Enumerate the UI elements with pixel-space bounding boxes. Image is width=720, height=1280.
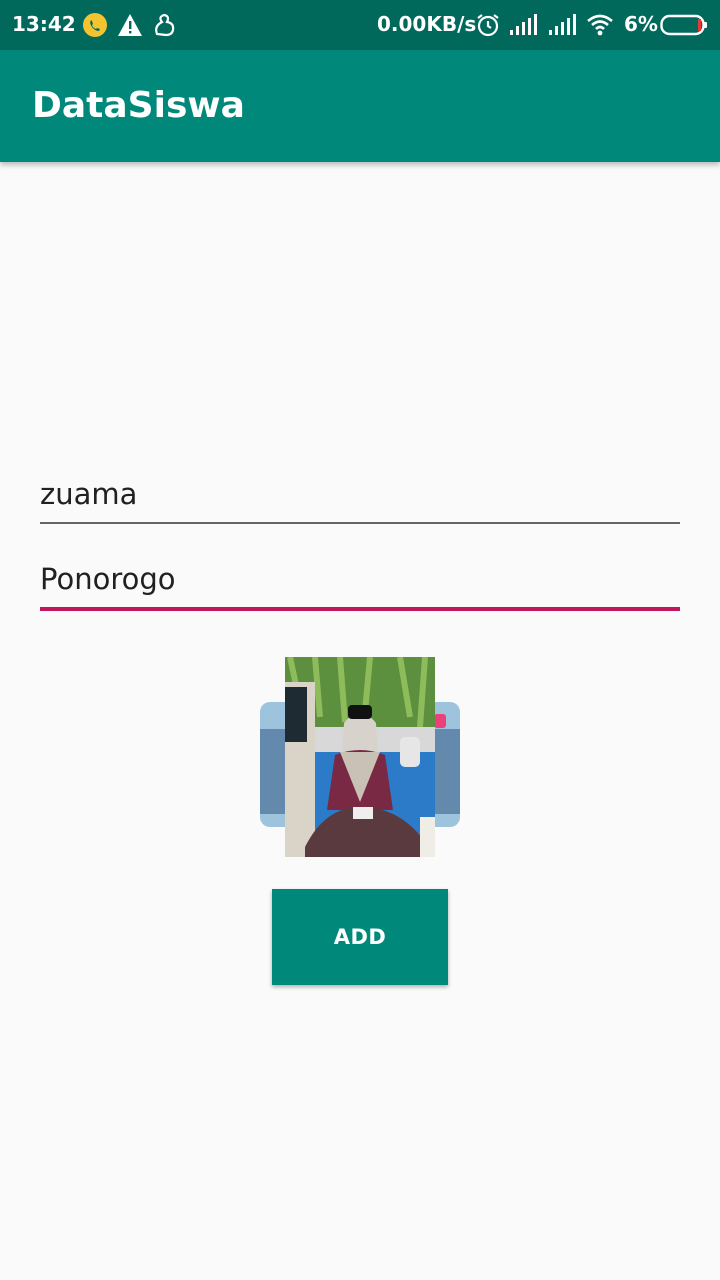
- signal-icon: [509, 12, 537, 38]
- add-button[interactable]: ADD: [272, 889, 448, 985]
- address-input[interactable]: [40, 557, 680, 601]
- name-field-underline: [40, 522, 680, 524]
- address-field[interactable]: [40, 557, 680, 611]
- name-input[interactable]: [40, 472, 680, 516]
- wifi-icon: [586, 12, 613, 38]
- student-photo: [285, 656, 435, 857]
- app-bar: DataSiswa: [0, 50, 720, 162]
- battery-icon: [660, 12, 708, 38]
- battery-percent: 6%: [624, 12, 658, 36]
- status-time: 13:42: [12, 12, 76, 36]
- status-bar: 13:42 0.00KB/s 6%: [0, 0, 720, 50]
- photo-preview[interactable]: [260, 656, 460, 857]
- signal-icon: [548, 12, 576, 38]
- app-title: DataSiswa: [32, 85, 245, 126]
- warning-icon: [117, 12, 143, 38]
- uc-browser-icon: [152, 12, 178, 38]
- address-field-underline: [40, 607, 680, 611]
- name-field[interactable]: [40, 472, 680, 524]
- whatsapp-icon: [82, 12, 108, 38]
- network-speed: 0.00KB/s: [377, 12, 477, 36]
- alarm-icon: [475, 12, 501, 38]
